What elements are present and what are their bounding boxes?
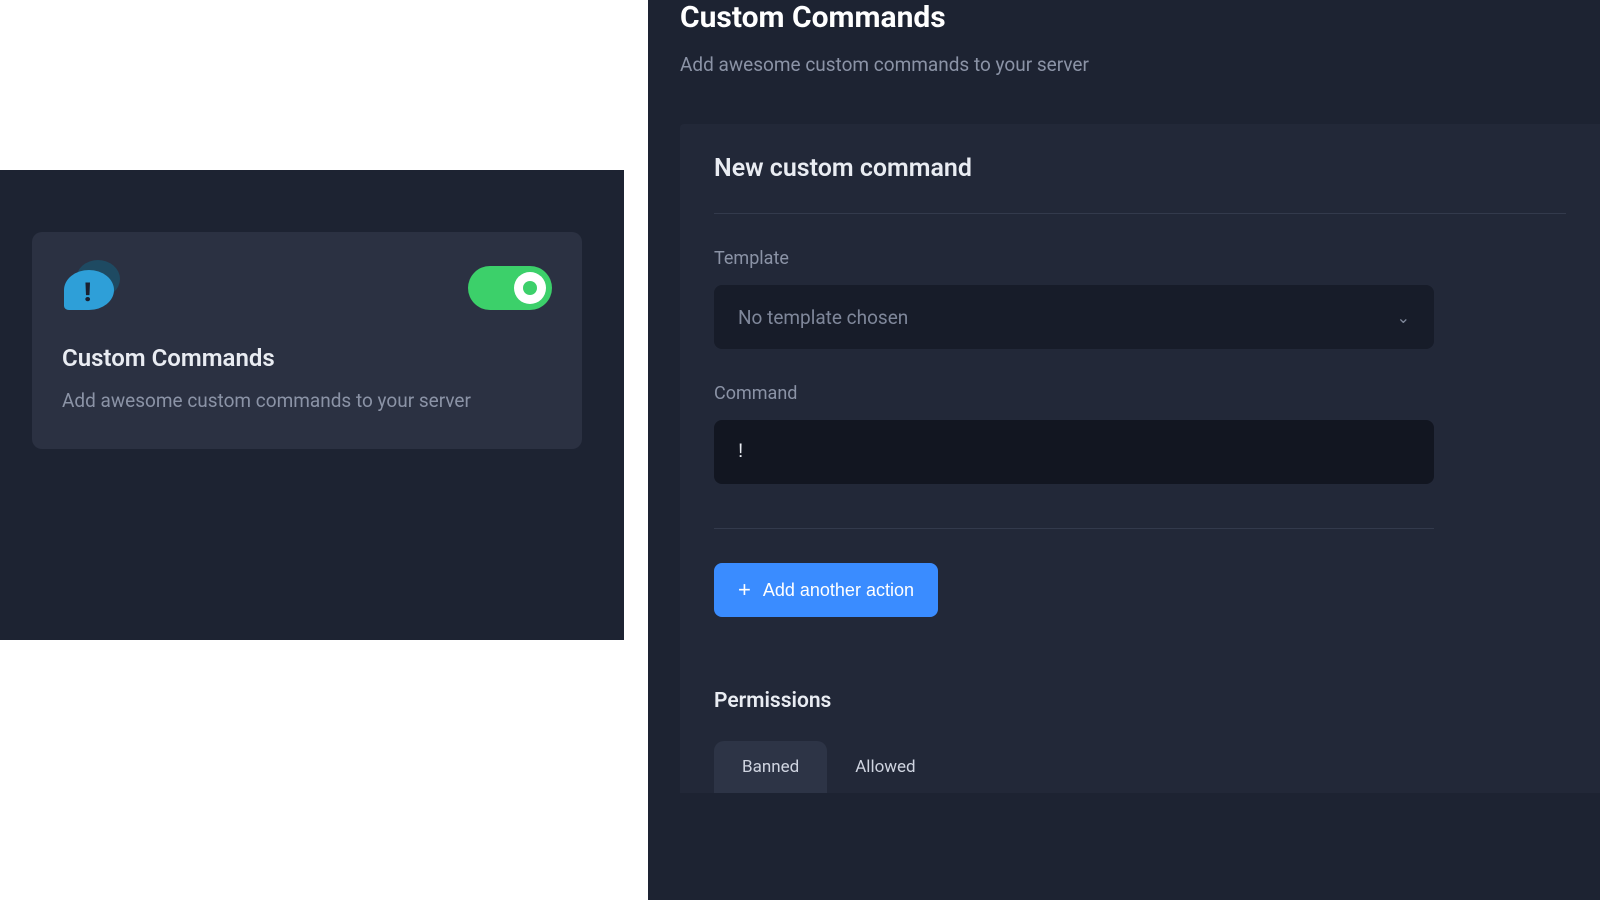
add-action-label: Add another action: [763, 580, 914, 601]
tab-banned[interactable]: Banned: [714, 741, 827, 793]
plus-icon: +: [738, 579, 751, 601]
chat-exclaim-icon: !: [62, 260, 124, 316]
template-label: Template: [714, 248, 1566, 269]
card-title: Custom Commands: [62, 344, 552, 372]
tab-allowed[interactable]: Allowed: [827, 741, 943, 793]
command-label: Command: [714, 383, 1566, 404]
page-subtitle: Add awesome custom commands to your serv…: [680, 53, 1600, 76]
form-card: New custom command Template No template …: [680, 124, 1600, 793]
permissions-title: Permissions: [714, 689, 1566, 713]
page-title: Custom Commands: [680, 0, 1600, 35]
enable-toggle[interactable]: [468, 266, 552, 310]
command-input[interactable]: [714, 420, 1434, 484]
custom-commands-card[interactable]: ! Custom Commands Add awesome custom com…: [32, 232, 582, 449]
card-description: Add awesome custom commands to your serv…: [62, 386, 552, 415]
template-selected-text: No template chosen: [738, 306, 908, 329]
section-title: New custom command: [714, 154, 1566, 214]
right-panel: Custom Commands Add awesome custom comma…: [648, 0, 1600, 900]
left-panel: ! Custom Commands Add awesome custom com…: [0, 170, 624, 640]
permissions-tabs: Banned Allowed: [714, 741, 1566, 793]
chevron-down-icon: ⌄: [1397, 308, 1410, 327]
template-select[interactable]: No template chosen ⌄: [714, 285, 1434, 349]
divider: [714, 528, 1434, 529]
add-action-button[interactable]: + Add another action: [714, 563, 938, 617]
